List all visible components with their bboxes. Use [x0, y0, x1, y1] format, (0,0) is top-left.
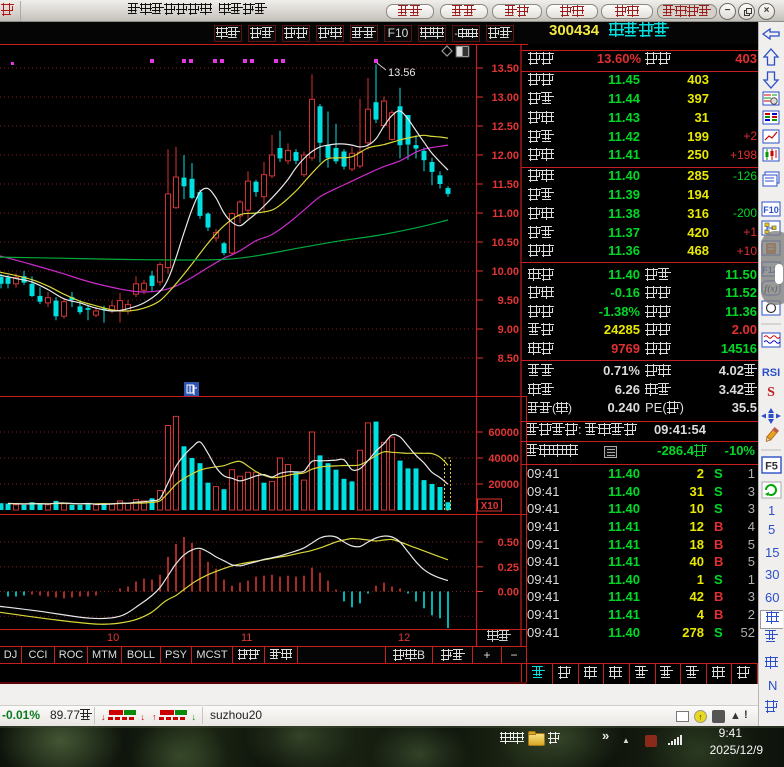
svg-text:10: 10: [107, 632, 119, 644]
svg-text:S: S: [767, 385, 775, 400]
svg-text:13.56: 13.56: [388, 67, 416, 79]
svg-text:10.50: 10.50: [491, 237, 519, 249]
svg-text:60000: 60000: [488, 427, 519, 439]
svg-text:8.50: 8.50: [498, 353, 519, 365]
svg-text:13.50: 13.50: [491, 63, 519, 75]
svg-text:40000: 40000: [488, 453, 519, 465]
svg-text:11.50: 11.50: [492, 179, 519, 191]
svg-text:F5: F5: [765, 461, 778, 473]
svg-text:13.00: 13.00: [491, 92, 519, 104]
svg-text:0.25: 0.25: [498, 562, 519, 574]
svg-text:12: 12: [398, 632, 410, 644]
svg-text:9.00: 9.00: [498, 324, 519, 336]
svg-text:0.50: 0.50: [498, 537, 519, 549]
svg-text:12.00: 12.00: [491, 150, 519, 162]
svg-text:12.50: 12.50: [491, 121, 519, 133]
svg-text:11: 11: [241, 632, 252, 644]
svg-text:20000: 20000: [488, 479, 519, 491]
svg-text:10.00: 10.00: [491, 266, 519, 278]
svg-text:9.50: 9.50: [498, 295, 519, 307]
svg-text:11.00: 11.00: [492, 208, 519, 220]
svg-text:RSI: RSI: [762, 367, 780, 379]
svg-text:F10: F10: [763, 205, 779, 215]
svg-text:0.00: 0.00: [498, 587, 519, 599]
svg-text:X10: X10: [481, 501, 499, 512]
